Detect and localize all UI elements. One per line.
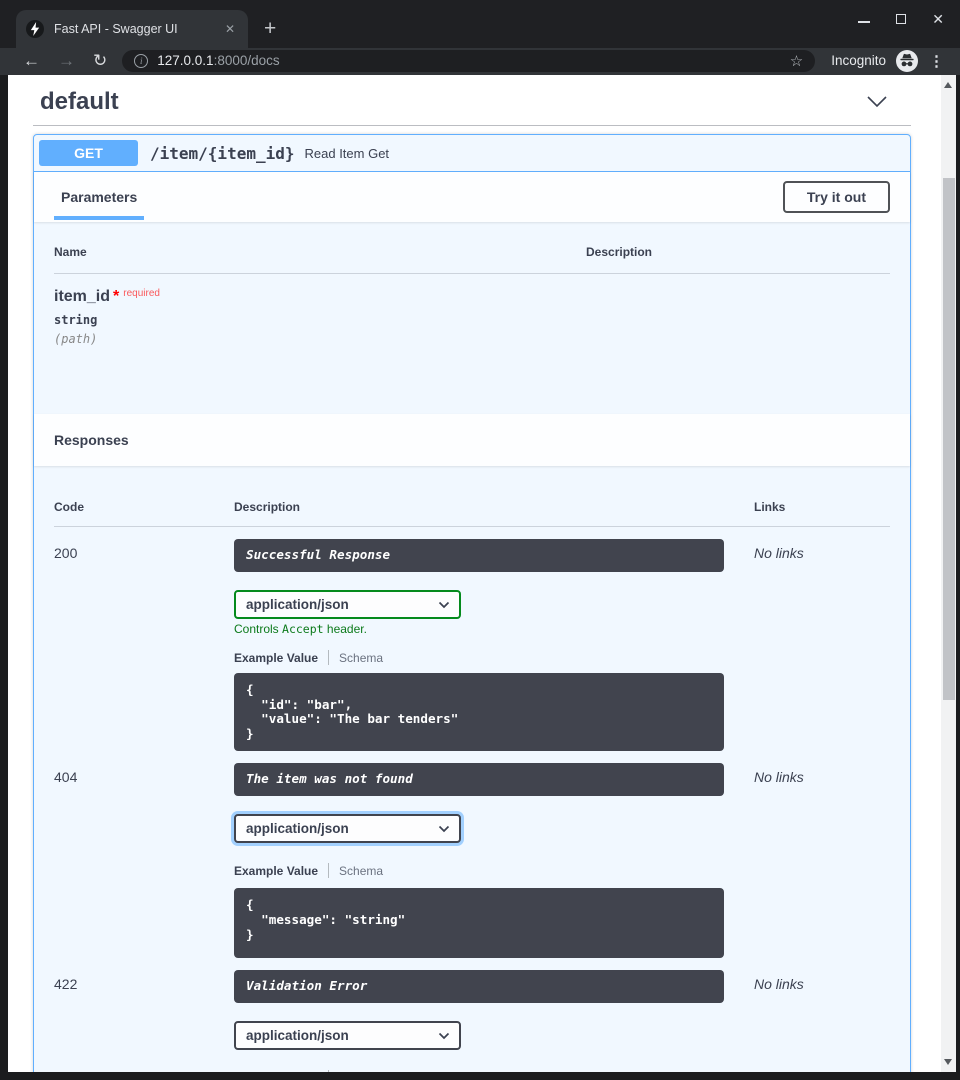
page-info-icon[interactable]: i [134,54,148,68]
response-description-cell: The item was not found application/json … [234,763,754,958]
parameters-header: Parameters Try it out [34,172,910,222]
responses-table-head: Code Description Links [54,486,890,527]
parameter-name: item_id*required [54,288,586,306]
incognito-label: Incognito [831,53,886,68]
responses-table: Code Description Links 200 Successful Re… [34,466,910,1072]
section-header-default[interactable]: default [33,87,911,117]
col-header-code: Code [54,500,234,514]
operation-summary[interactable]: GET /item/{item_id} Read Item Get [34,135,910,172]
parameter-cell: item_id*required string (path) [54,288,586,346]
response-links: No links [754,763,890,958]
section-divider [33,125,911,126]
swagger-page: default GET /item/{item_id} Read Item Ge… [8,75,941,1072]
example-json: { "id": "bar", "value": "The bar tenders… [234,673,724,751]
media-type-select[interactable]: application/json [234,814,461,843]
tab-schema[interactable]: Schema [339,864,383,878]
response-row-422: 422 Validation Error application/json [54,970,890,1072]
media-type-select-wrap: application/json [234,590,461,619]
example-json: { "message": "string" } [234,888,724,958]
url-host: 127.0.0.1 [157,53,213,68]
page-shell: default GET /item/{item_id} Read Item Ge… [0,75,960,1080]
parameter-type: string [54,313,586,327]
incognito-icon [895,49,919,73]
tab-example-value[interactable]: Example Value [234,1071,318,1072]
response-description: Validation Error [234,970,724,1003]
url-text: 127.0.0.1:8000/docs [157,53,279,68]
example-schema-tabs: Example Value Schema [234,1070,754,1072]
example-schema-tabs: Example Value Schema [234,650,754,665]
col-header-description: Description [234,500,754,514]
operation-summary-text: Read Item Get [305,146,390,161]
tab-separator [328,650,329,665]
response-description-cell: Validation Error application/json Exampl… [234,970,754,1072]
section-title: default [40,88,119,116]
response-description: Successful Response [234,539,724,572]
required-label: required [123,288,160,299]
required-star: * [113,288,119,305]
browser-menu-icon[interactable]: ⋮ [923,52,950,70]
window-close-button[interactable]: ✕ [932,14,944,24]
tab-example-value[interactable]: Example Value [234,651,318,665]
new-tab-button[interactable]: + [264,18,276,39]
tab-schema[interactable]: Schema [339,651,383,665]
response-description-cell: Successful Response application/json Con… [234,539,754,751]
forward-icon[interactable]: → [49,52,84,69]
col-header-description: Description [586,245,890,259]
response-description: The item was not found [234,763,724,796]
tab-close-icon[interactable]: ✕ [220,20,240,38]
parameter-row: item_id*required string (path) [54,274,890,414]
response-links: No links [754,970,890,1072]
response-code: 404 [54,763,234,958]
browser-tab[interactable]: Fast API - Swagger UI ✕ [16,10,248,48]
parameters-table: Name Description item_id*required string… [34,222,910,414]
scrollbar-thumb[interactable] [943,178,955,700]
responses-header: Responses [34,414,910,466]
back-icon[interactable]: ← [14,52,49,69]
opblock-get: GET /item/{item_id} Read Item Get Parame… [33,134,911,1072]
bookmark-star-icon[interactable]: ☆ [790,52,803,70]
response-row-404: 404 The item was not found application/j… [54,763,890,958]
response-row-200: 200 Successful Response application/json… [54,539,890,751]
parameter-description-cell [586,288,890,346]
operation-path: /item/{item_id} [150,144,295,163]
fastapi-favicon-icon [26,20,44,38]
try-it-out-button[interactable]: Try it out [783,181,890,213]
col-header-links: Links [754,500,890,514]
media-type-select[interactable]: application/json [234,1021,461,1050]
chevron-down-icon [866,95,888,109]
accept-header-note: Controls Accept header. [234,622,754,636]
response-code: 200 [54,539,234,751]
tab-schema[interactable]: Schema [339,1071,383,1072]
address-bar[interactable]: i 127.0.0.1:8000/docs ☆ [122,50,815,72]
reload-icon[interactable]: ↻ [84,52,116,69]
scrollbar-up-arrow[interactable] [944,82,952,88]
browser-window: Fast API - Swagger UI ✕ + ✕ ← → ↻ i 127.… [0,0,960,1080]
tab-title: Fast API - Swagger UI [54,22,220,36]
window-maximize-button[interactable] [896,14,906,24]
response-links: No links [754,539,890,751]
media-type-select[interactable]: application/json [234,590,461,619]
scrollbar-down-arrow[interactable] [944,1059,952,1065]
tab-parameters: Parameters [54,189,144,205]
http-method-badge: GET [39,140,138,166]
browser-toolbar: ← → ↻ i 127.0.0.1:8000/docs ☆ Incognito … [0,48,960,75]
response-code: 422 [54,970,234,1072]
col-header-name: Name [54,245,586,259]
url-path: :8000/docs [214,53,280,68]
responses-title: Responses [54,432,129,448]
window-controls: ✕ [858,14,944,24]
media-type-select-wrap: application/json [234,814,461,843]
parameters-table-head: Name Description [54,237,890,274]
swagger-ui: default GET /item/{item_id} Read Item Ge… [8,75,941,1072]
media-type-select-wrap: application/json [234,1021,461,1050]
example-schema-tabs: Example Value Schema [234,863,754,878]
tab-separator [328,1070,329,1072]
tab-separator [328,863,329,878]
tab-example-value[interactable]: Example Value [234,864,318,878]
vertical-scrollbar[interactable] [941,75,956,1072]
window-minimize-button[interactable] [858,15,870,23]
parameter-location: (path) [54,332,586,346]
tab-strip: Fast API - Swagger UI ✕ + ✕ [0,0,960,48]
incognito-indicator: Incognito [831,49,919,73]
